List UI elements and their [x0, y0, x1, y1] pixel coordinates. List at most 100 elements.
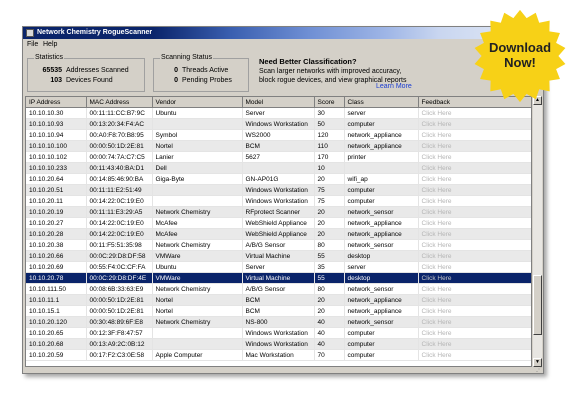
cell-ip-address: 10.10.15.1: [26, 305, 87, 317]
cell-feedback[interactable]: Click Here: [418, 162, 531, 174]
cell-feedback[interactable]: Click Here: [418, 305, 531, 317]
table-row[interactable]: 10.10.20.65 00:12:3F:F8:47:57 Windows Work…: [26, 327, 531, 339]
cell-feedback[interactable]: Click Here: [418, 239, 531, 251]
table-row[interactable]: 10.10.20.19 00:11:11:E3:29:A5 Network Chem…: [26, 206, 531, 218]
table-row[interactable]: 10.10.20.38 00:11:F5:51:35:98 Network Chem…: [26, 239, 531, 251]
cell-feedback[interactable]: Click Here: [418, 217, 531, 229]
cell-ip-address: 10.10.20.69: [26, 261, 87, 273]
table-row[interactable]: 10.10.20.11 00:14:22:0C:19:E0 Windows Work…: [26, 195, 531, 207]
cell-score: 55: [314, 272, 345, 284]
table-row[interactable]: 10.10.10.94 00:A0:F8:70:B8:95 Symbol WS2000…: [26, 129, 531, 141]
cell-feedback[interactable]: Click Here: [418, 173, 531, 185]
cell-feedback[interactable]: Click Here: [418, 338, 531, 350]
table-row[interactable]: 10.10.11.1 00:00:50:1D:2E:81 Nortel BCM 20 ne…: [26, 294, 531, 306]
menu-help[interactable]: Help: [43, 41, 57, 49]
table-row[interactable]: 10.10.10.100 00:00:50:1D:2E:81 Nortel BCM 11…: [26, 140, 531, 152]
threads-active-label: Threads Active: [182, 67, 229, 74]
cell-feedback[interactable]: Click Here: [418, 349, 531, 361]
cell-model: Windows Workstation: [242, 338, 315, 350]
cell-ip-address: 10.10.20.64: [26, 173, 87, 185]
learn-more-link[interactable]: Learn More: [376, 83, 412, 90]
cell-model: GN-AP01G: [242, 173, 315, 185]
cell-mac-address: 00:00:74:7A:C7:C5: [86, 151, 153, 163]
cell-ip-address: 10.10.20.120: [26, 316, 87, 328]
cell-feedback[interactable]: Click Here: [418, 316, 531, 328]
cell-feedback[interactable]: Click Here: [418, 294, 531, 306]
cell-score: 20: [314, 217, 345, 229]
cell-mac-address: 00:11:11:CC:B7:9C: [86, 107, 153, 119]
cell-mac-address: 00:12:3F:F8:47:57: [86, 327, 153, 339]
table-row[interactable]: 10.10.20.51 00:11:11:E2:51:49 Windows Work…: [26, 184, 531, 196]
table-row[interactable]: 10.10.15.1 00:00:50:1D:2E:81 Nortel BCM 20 ne…: [26, 305, 531, 317]
addresses-scanned-count: 65535: [42, 67, 62, 74]
cell-mac-address: 00:11:43:40:BA:D1: [86, 162, 153, 174]
cell-mac-address: 00:00:50:1D:2E:81: [86, 140, 153, 152]
table-row[interactable]: 10.10.20.64 00:14:85:46:90:BA Giga-Byte GN-…: [26, 173, 531, 185]
cell-ip-address: 10.10.20.68: [26, 338, 87, 350]
cell-feedback[interactable]: Click Here: [418, 129, 531, 141]
cell-class: network_sensor: [344, 239, 419, 251]
cell-ip-address: 10.10.20.78: [26, 272, 87, 284]
download-now-text[interactable]: Download Now!: [472, 40, 568, 70]
cell-mac-address: 00:11:11:E2:51:49: [86, 184, 153, 196]
cell-class: server: [344, 107, 419, 119]
cell-feedback[interactable]: Click Here: [418, 261, 531, 273]
cell-feedback[interactable]: Click Here: [418, 272, 531, 284]
cell-vendor: Symbol: [152, 129, 243, 141]
cell-feedback[interactable]: Click Here: [418, 228, 531, 240]
cell-feedback[interactable]: Click Here: [418, 206, 531, 218]
table-row[interactable]: 10.10.20.27 00:14:22:0C:19:E0 McAfee WebShi…: [26, 217, 531, 229]
table-row[interactable]: 10.10.20.69 00:55:F4:0C:CF:FA Ubuntu Server…: [26, 261, 531, 273]
cell-feedback[interactable]: Click Here: [418, 151, 531, 163]
cell-score: 20: [314, 173, 345, 185]
cell-feedback[interactable]: Click Here: [418, 107, 531, 119]
column-header-mac-address[interactable]: MAC Address: [86, 97, 153, 108]
menu-file[interactable]: File: [27, 41, 38, 49]
table-row[interactable]: 10.10.20.68 00:13:A9:2C:0B:12 Windows Work…: [26, 338, 531, 350]
table-row[interactable]: 10.10.20.78 00:0C:29:D8:DF:4E VMWare Virtua…: [26, 272, 531, 284]
cell-model: Windows Workstation: [242, 118, 315, 130]
cell-class: network_appliance: [344, 129, 419, 141]
cell-vendor: Ubuntu: [152, 261, 243, 273]
cell-mac-address: 00:13:A9:2C:0B:12: [86, 338, 153, 350]
app-icon: [26, 29, 34, 37]
cell-ip-address: 10.10.20.59: [26, 349, 87, 361]
table-row[interactable]: 10.10.111.50 00:08:6B:33:63:E9 Network Che…: [26, 283, 531, 295]
table-row[interactable]: 10.10.20.66 00:0C:29:D8:DF:58 VMWare Virtua…: [26, 250, 531, 262]
cell-ip-address: 10.10.111.50: [26, 283, 87, 295]
table-row[interactable]: 10.10.10.30 00:11:11:CC:B7:9C Ubuntu Server…: [26, 107, 531, 119]
cell-feedback[interactable]: Click Here: [418, 140, 531, 152]
cell-feedback[interactable]: Click Here: [418, 327, 531, 339]
table-header-row: IP Address MAC Address Vendor Model Scor…: [26, 97, 531, 108]
cell-score: 50: [314, 118, 345, 130]
scrollbar-thumb[interactable]: [533, 274, 542, 335]
table-row[interactable]: 10.10.20.28 00:14:22:0C:19:E0 McAfee WebShi…: [26, 228, 531, 240]
cell-feedback[interactable]: Click Here: [418, 184, 531, 196]
table-row[interactable]: 10.10.20.120 00:30:48:89:6F:E8 Network Che…: [26, 316, 531, 328]
column-header-class[interactable]: Class: [344, 97, 419, 108]
cell-model: BCM: [242, 294, 315, 306]
cell-feedback[interactable]: Click Here: [418, 118, 531, 130]
cell-score: 20: [314, 228, 345, 240]
cell-ip-address: 10.10.20.38: [26, 239, 87, 251]
table-row[interactable]: 10.10.10.233 00:11:43:40:BA:D1 Dell 10 Click…: [26, 162, 531, 174]
column-header-model[interactable]: Model: [242, 97, 315, 108]
column-header-ip-address[interactable]: IP Address: [26, 97, 87, 108]
cell-feedback[interactable]: Click Here: [418, 283, 531, 295]
table-row[interactable]: 10.10.10.102 00:00:74:7A:C7:C5 Lanier 5627 1…: [26, 151, 531, 163]
cell-class: network_appliance: [344, 294, 419, 306]
cell-vendor: [152, 195, 243, 207]
table-row[interactable]: 10.10.20.59 00:17:F2:C3:0E:58 Apple Comput…: [26, 349, 531, 361]
cell-vendor: [152, 118, 243, 130]
table-row[interactable]: 10.10.10.93 00:13:20:34:F4:AC Windows Work…: [26, 118, 531, 130]
scanning-status-group: Scanning Status 0 Threads Active 0 Pendi…: [153, 54, 249, 92]
cell-class: computer: [344, 327, 419, 339]
column-header-score[interactable]: Score: [314, 97, 345, 108]
resize-grip-icon[interactable]: ⋰: [536, 366, 542, 373]
vertical-scrollbar[interactable]: ▲ ▼: [533, 96, 542, 367]
cell-ip-address: 10.10.10.30: [26, 107, 87, 119]
cell-feedback[interactable]: Click Here: [418, 195, 531, 207]
statistics-group: Statistics 65535 Addresses Scanned 103 D…: [27, 54, 145, 92]
cell-feedback[interactable]: Click Here: [418, 250, 531, 262]
column-header-vendor[interactable]: Vendor: [152, 97, 243, 108]
